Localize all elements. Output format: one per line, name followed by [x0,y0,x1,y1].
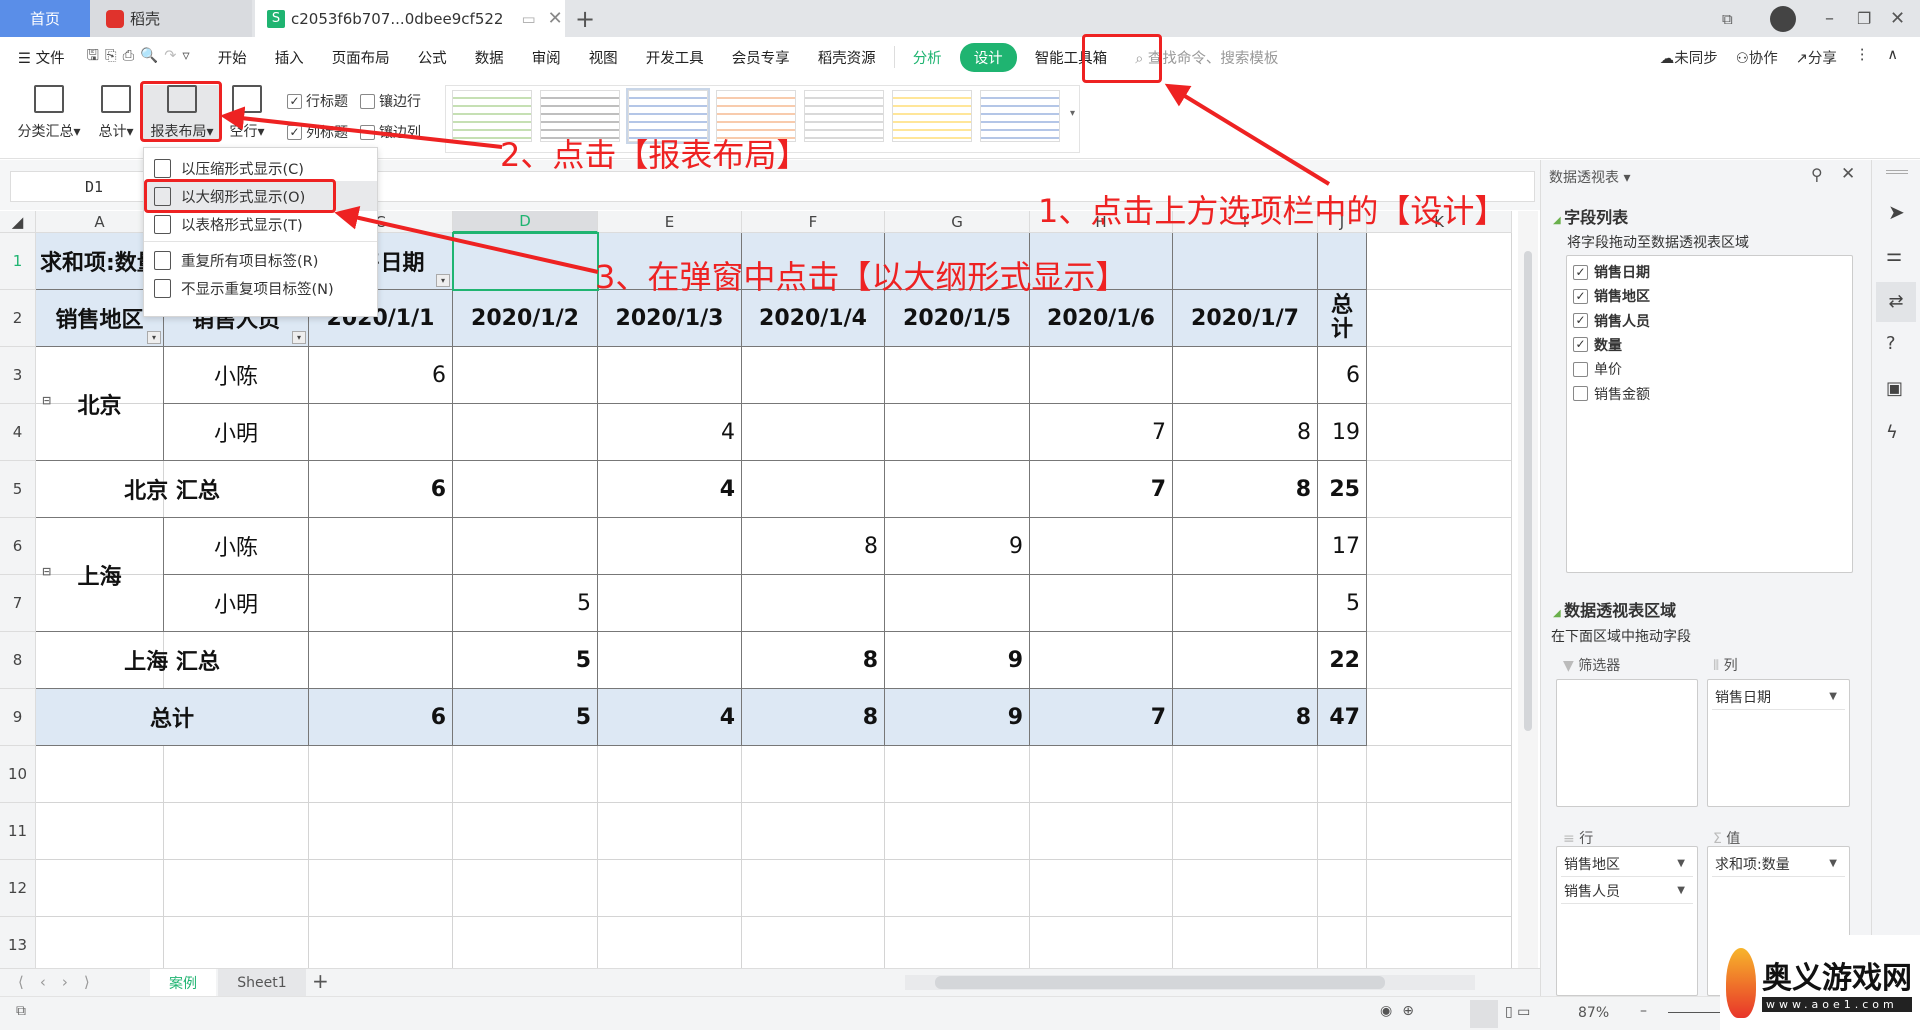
highlight-outline-option [144,179,336,213]
annotation-step3: 3、在弹窗中点击【以大纲形式显示】 [595,258,1128,296]
arrow-step2 [220,106,503,149]
arrow-step1 [1164,83,1331,186]
highlight-report-layout [140,81,222,142]
highlight-design-tab [1082,34,1162,83]
logo-url: www.aoe1.com [1762,997,1912,1012]
annotation-step1: 1、点击上方选项栏中的【设计】 [1038,192,1507,230]
arrow-step3 [334,205,599,274]
site-logo: 奥义游戏网 www.aoe1.com [1720,935,1920,1030]
annotation-step2: 2、点击【报表布局】 [500,136,809,174]
annotation-arrows [220,83,1331,274]
logo-flame-icon [1726,947,1756,1018]
logo-name: 奥义游戏网 [1762,961,1912,996]
